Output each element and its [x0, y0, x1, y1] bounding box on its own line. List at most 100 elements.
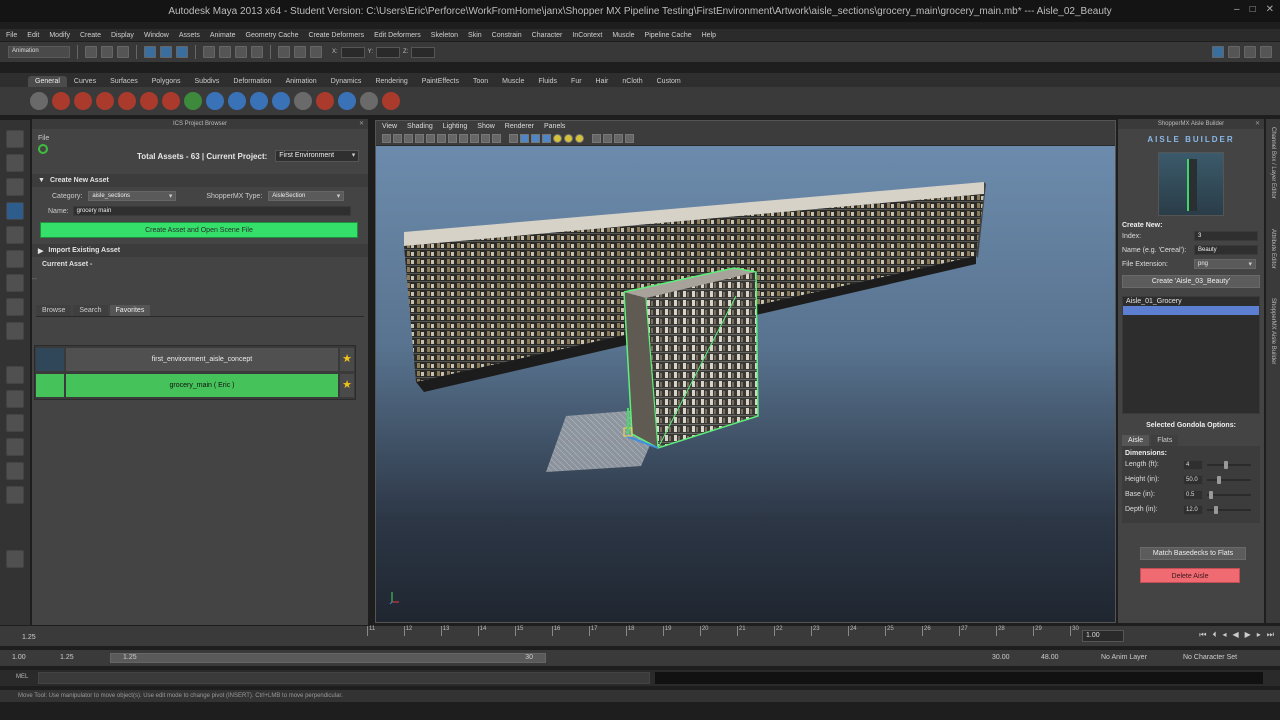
menu-geometry-cache[interactable]: Geometry Cache [246, 32, 299, 39]
shelf-tab-toon[interactable]: Toon [466, 76, 495, 87]
character-set-dropdown[interactable]: No Character Set [1183, 654, 1237, 661]
tab-flats[interactable]: Flats [1151, 435, 1179, 446]
menu-muscle[interactable]: Muscle [612, 32, 634, 39]
shelf-tab-muscle[interactable]: Muscle [495, 76, 531, 87]
shelf-tab-general[interactable]: General [28, 76, 67, 87]
project-dropdown[interactable]: First Environment [275, 150, 360, 162]
slider-knob[interactable] [1217, 475, 1221, 484]
snap-plane-icon[interactable] [251, 46, 263, 58]
wireframe-icon[interactable] [509, 134, 518, 143]
dimension-value-field[interactable]: 0.5 [1183, 489, 1203, 500]
dimension-slider[interactable] [1207, 490, 1251, 499]
menu-pipeline-cache[interactable]: Pipeline Cache [645, 32, 692, 39]
shelf-tool-icon[interactable] [184, 92, 202, 110]
select-hierarchy-icon[interactable] [144, 46, 156, 58]
play-backward-icon[interactable]: ◀ [1232, 630, 1238, 640]
side-tab[interactable]: Attribute Editor [1270, 229, 1276, 269]
shelf-tool-icon[interactable] [74, 92, 92, 110]
safe-title-icon[interactable] [492, 134, 501, 143]
animation-start-field[interactable]: 1.00 [12, 654, 26, 661]
match-basedecks-button[interactable]: Match Basedecks to Flats [1140, 547, 1246, 560]
shelf-tab-curves[interactable]: Curves [67, 76, 103, 87]
menu-incontext[interactable]: InContext [572, 32, 602, 39]
help-icon[interactable] [52, 92, 70, 110]
shelf-tab-surfaces[interactable]: Surfaces [103, 76, 145, 87]
shelf-tool-icon[interactable] [360, 92, 378, 110]
layout-two-icon[interactable] [6, 414, 24, 432]
use-default-light-icon[interactable] [553, 134, 562, 143]
aisle-name-field[interactable]: Beauty [1194, 245, 1258, 255]
safe-action-icon[interactable] [481, 134, 490, 143]
dimension-value-field[interactable]: 12.0 [1183, 504, 1203, 515]
shelf-tab-ncloth[interactable]: nCloth [615, 76, 649, 87]
menu-modify[interactable]: Modify [49, 32, 70, 39]
paint-select-icon[interactable] [6, 178, 24, 196]
delete-aisle-button[interactable]: Delete Aisle [1140, 568, 1240, 583]
file-menu[interactable]: File [32, 129, 368, 144]
move-tool-icon[interactable] [6, 202, 24, 220]
film-gate-icon[interactable] [437, 134, 446, 143]
tools-icon[interactable] [625, 134, 634, 143]
shelf-tab-fluids[interactable]: Fluids [531, 76, 564, 87]
playback-start-field[interactable]: 1.25 [60, 654, 74, 661]
star-icon[interactable]: ★ [340, 348, 354, 371]
slider-knob[interactable] [1209, 490, 1213, 499]
show-attribute-editor-icon[interactable] [1228, 46, 1240, 58]
step-back-icon[interactable]: ◂ [1222, 630, 1226, 640]
menu-create-deformers[interactable]: Create Deformers [308, 32, 364, 39]
command-language-label[interactable]: MEL [16, 674, 28, 680]
index-field[interactable]: 3 [1194, 231, 1258, 241]
camera-attributes-icon[interactable] [393, 134, 402, 143]
menu-set-dropdown[interactable]: Animation [8, 46, 70, 58]
isolate-select-icon[interactable] [603, 134, 612, 143]
ipr-render-icon[interactable] [294, 46, 306, 58]
render-settings-icon[interactable] [310, 46, 322, 58]
shelf-tool-icon[interactable] [162, 92, 180, 110]
show-modeling-toolkit-icon[interactable] [1212, 46, 1224, 58]
rotate-tool-icon[interactable] [6, 226, 24, 244]
select-component-icon[interactable] [176, 46, 188, 58]
menu-animate[interactable]: Animate [210, 32, 236, 39]
tab-aisle[interactable]: Aisle [1122, 435, 1150, 446]
menu-constrain[interactable]: Constrain [492, 32, 522, 39]
shelf-tab-subdivs[interactable]: Subdivs [188, 76, 227, 87]
favorite-row[interactable]: grocery_main ( Eric ) ★ [36, 373, 354, 398]
soft-mod-icon[interactable] [6, 298, 24, 316]
minimize-icon[interactable]: – [1234, 4, 1240, 15]
tab-search[interactable]: Search [73, 305, 108, 316]
snap-grid-icon[interactable] [203, 46, 215, 58]
viewport-menu-panels[interactable]: Panels [544, 123, 565, 130]
file-extension-dropdown[interactable]: png [1194, 259, 1256, 269]
snap-point-icon[interactable] [235, 46, 247, 58]
slider-knob[interactable] [1223, 460, 1228, 469]
range-slider[interactable]: 1.25 30 [110, 653, 546, 663]
step-forward-icon[interactable]: ▸ [1257, 630, 1261, 640]
refresh-icon[interactable] [38, 144, 48, 154]
category-dropdown[interactable]: aisle_sections [88, 191, 177, 201]
shelf-tab-hair[interactable]: Hair [589, 76, 616, 87]
menu-skeleton[interactable]: Skeleton [431, 32, 458, 39]
smooth-shade-icon[interactable] [520, 134, 529, 143]
shelf-tool-icon[interactable] [272, 92, 290, 110]
tab-favorites[interactable]: Favorites [109, 305, 151, 316]
shelf-tool-icon[interactable] [206, 92, 224, 110]
menu-edit[interactable]: Edit [27, 32, 39, 39]
menu-assets[interactable]: Assets [179, 32, 200, 39]
tab-browse[interactable]: Browse [36, 305, 72, 316]
go-to-end-icon[interactable]: ⏭ [1267, 630, 1274, 640]
viewport-menu-renderer[interactable]: Renderer [505, 123, 534, 130]
select-object-icon[interactable] [160, 46, 172, 58]
menu-skin[interactable]: Skin [468, 32, 482, 39]
shelf-tab-fur[interactable]: Fur [564, 76, 589, 87]
aisle-list-item[interactable]: Aisle_02_Beauty [1123, 306, 1259, 315]
step-back-key-icon[interactable]: ⏴ [1212, 630, 1216, 640]
dimension-slider[interactable] [1207, 475, 1251, 484]
shelf-tool-icon[interactable] [338, 92, 356, 110]
layout-single-icon[interactable] [6, 366, 24, 384]
field-chart-icon[interactable] [470, 134, 479, 143]
slider-knob[interactable] [1214, 505, 1219, 514]
shelf-tool-icon[interactable] [294, 92, 312, 110]
viewport-menu-shading[interactable]: Shading [407, 123, 433, 130]
scale-tool-icon[interactable] [6, 250, 24, 268]
current-frame-field[interactable]: 1.00 [1082, 630, 1124, 642]
